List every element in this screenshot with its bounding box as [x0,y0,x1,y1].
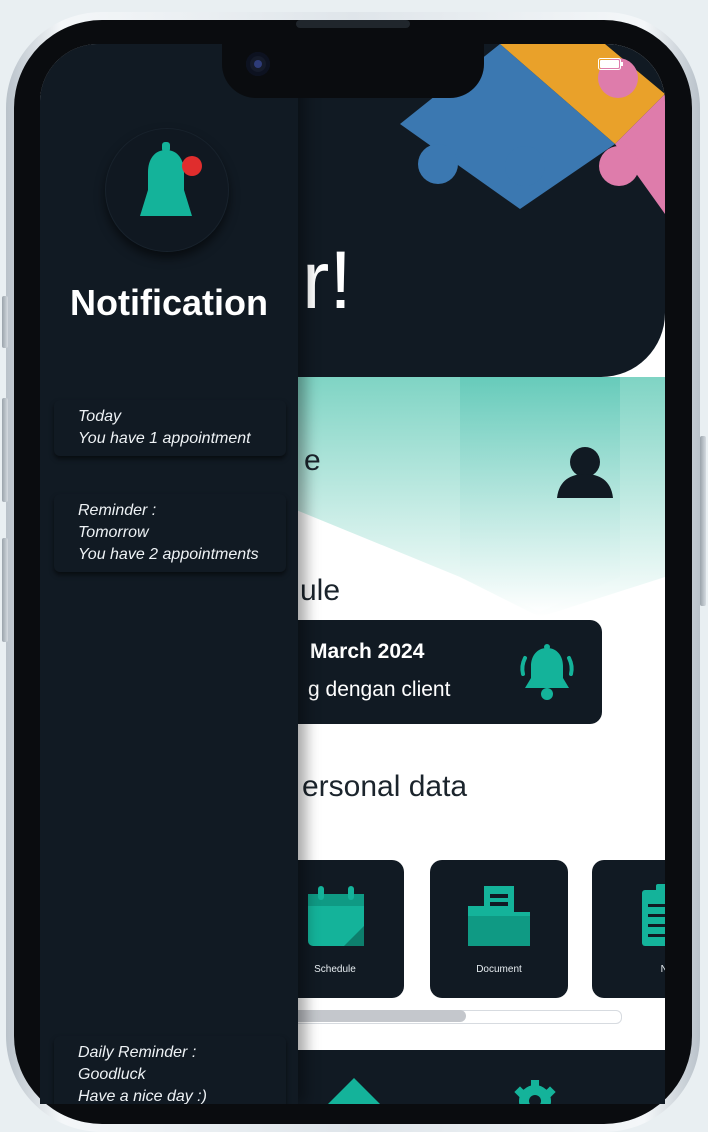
battery-icon [598,58,623,70]
notification-line: You have 1 appointment [78,430,251,447]
volume-down-button [2,538,8,642]
calendar-icon [308,886,364,946]
schedule-card-date: March 2024 [310,640,425,663]
speaker-grille [296,20,410,28]
notification-line: Have a nice day :) [78,1088,207,1104]
greeting-text: r! [302,235,353,326]
tile-label: Document [476,964,522,975]
camera-lens [254,60,262,68]
volume-up-button [2,398,8,502]
mute-switch [2,296,8,348]
scrollbar-thumb[interactable] [290,1010,466,1022]
notification-line: Reminder : [78,502,157,519]
bell-ringing-icon[interactable] [518,642,576,702]
home-icon[interactable] [324,1074,384,1104]
notification-drawer: Notification Today You have 1 appointmen… [40,44,298,1104]
avatar-icon[interactable] [555,442,615,502]
bell-icon [140,142,202,216]
notification-line: Goodluck [78,1066,146,1083]
notification-line: Tomorrow [78,524,149,541]
notification-item-daily-reminder[interactable]: Daily Reminder : Goodluck Have a nice da… [54,1036,286,1104]
notification-item-today[interactable]: Today You have 1 appointment [54,400,286,456]
folder-icon [468,886,530,946]
notepad-icon [642,884,665,946]
schedule-card-description: g dengan client [308,678,451,701]
power-button [700,436,706,606]
tile-label: No [660,964,665,975]
notification-line: You have 2 appointments [78,546,259,563]
tile-document[interactable]: Document [430,860,568,998]
notification-line: Daily Reminder : [78,1044,197,1061]
profile-section-title: e [304,444,321,477]
notification-line: Today [78,408,121,425]
personal-data-section-title: ersonal data [302,770,468,803]
schedule-section-title: ule [300,574,341,607]
settings-icon[interactable] [512,1078,558,1104]
notification-item-reminder[interactable]: Reminder : Tomorrow You have 2 appointme… [54,494,286,572]
screen: r! e ule March 2024 g dengan client erso… [40,44,665,1104]
drawer-title: Notification [70,282,268,323]
tile-notes[interactable]: No [592,860,665,998]
